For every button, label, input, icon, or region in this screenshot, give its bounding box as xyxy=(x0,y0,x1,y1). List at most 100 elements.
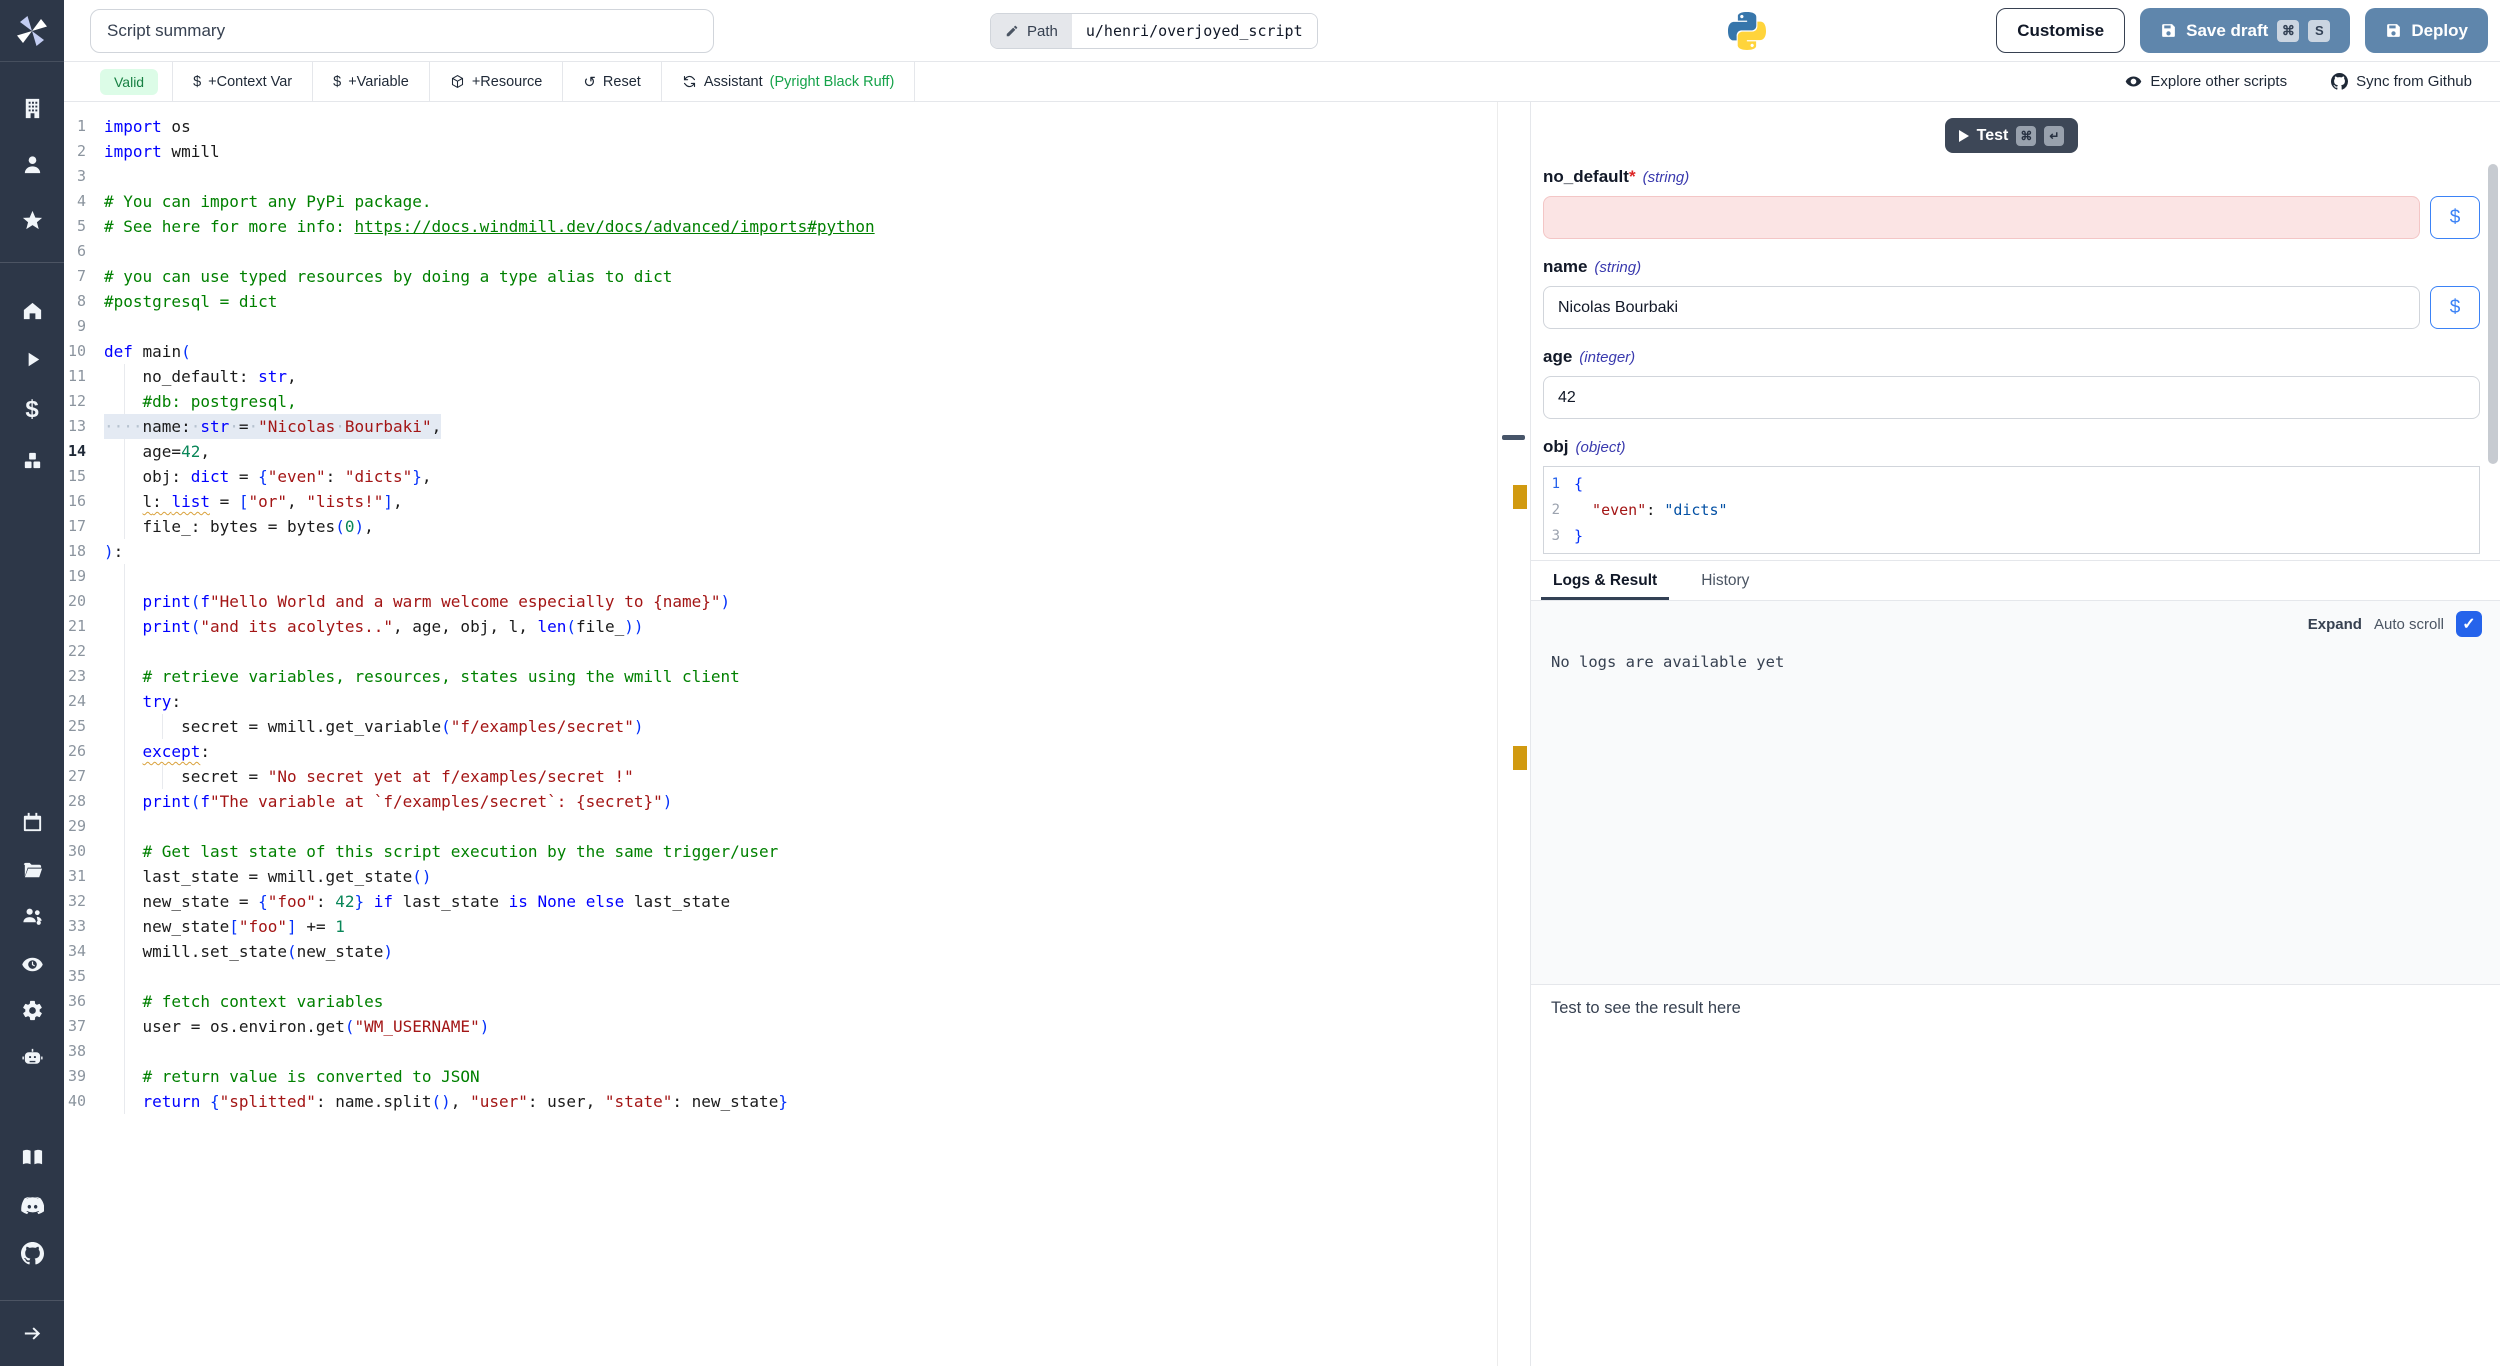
sidebar-item-user-group[interactable] xyxy=(15,899,49,933)
name-input[interactable] xyxy=(1543,286,2420,329)
path-edit-button[interactable]: Path xyxy=(991,14,1072,48)
code-line[interactable]: 4# You can import any PyPi package. xyxy=(64,189,1497,214)
code-line[interactable]: 32 new_state = {"foo": 42} if last_state… xyxy=(64,889,1497,914)
line-number: 40 xyxy=(64,1089,104,1114)
code-line[interactable]: 23 # retrieve variables, resources, stat… xyxy=(64,664,1497,689)
code-line[interactable]: 5# See here for more info: https://docs.… xyxy=(64,214,1497,239)
autoscroll-checkbox[interactable]: ✓ xyxy=(2456,611,2482,637)
code-text: except: xyxy=(104,739,210,764)
obj-json-editor[interactable]: 1{2 "even": "dicts"3} xyxy=(1543,466,2480,554)
tab-history[interactable]: History xyxy=(1701,561,1749,600)
code-line[interactable]: 17 file_: bytes = bytes(0), xyxy=(64,514,1497,539)
age-input[interactable] xyxy=(1543,376,2480,419)
code-line[interactable]: 37 user = os.environ.get("WM_USERNAME") xyxy=(64,1014,1497,1039)
sidebar-item-collapse-arrow[interactable] xyxy=(15,1316,49,1350)
code-line[interactable]: 33 new_state["foo"] += 1 xyxy=(64,914,1497,939)
code-line[interactable]: 3 xyxy=(64,164,1497,189)
line-number: 24 xyxy=(64,689,104,714)
expand-button[interactable]: Expand xyxy=(2308,616,2362,633)
no-default-input[interactable] xyxy=(1543,196,2420,239)
sidebar-item-audit-eye[interactable] xyxy=(15,947,49,981)
field-name: name(string) $ xyxy=(1543,257,2480,329)
code-line[interactable]: 14 age=42, xyxy=(64,439,1497,464)
code-line[interactable]: 2import wmill xyxy=(64,139,1497,164)
code-line[interactable]: 24 try: xyxy=(64,689,1497,714)
code-line[interactable]: 13····name:·str·=·"Nicolas·Bourbaki", xyxy=(64,414,1497,439)
code-text: # See here for more info: https://docs.w… xyxy=(104,214,875,239)
code-line[interactable]: 29 xyxy=(64,814,1497,839)
line-number: 2 xyxy=(64,139,104,164)
right-panel-scrollbar[interactable] xyxy=(2488,164,2498,464)
save-draft-button[interactable]: Save draft ⌘ S xyxy=(2140,8,2350,53)
sidebar-item-settings-gear[interactable] xyxy=(15,993,49,1027)
code-line[interactable]: 25 secret = wmill.get_variable("f/exampl… xyxy=(64,714,1497,739)
code-line[interactable]: 10def main( xyxy=(64,339,1497,364)
cube-icon xyxy=(450,74,465,89)
var-picker-button[interactable]: $ xyxy=(2430,196,2480,239)
sidebar-item-cubes[interactable] xyxy=(15,443,49,477)
sidebar-item-star[interactable] xyxy=(15,203,49,237)
sidebar-item-book[interactable] xyxy=(15,1140,49,1174)
tab-logs-result[interactable]: Logs & Result xyxy=(1553,561,1657,600)
code-line[interactable]: 26 except: xyxy=(64,739,1497,764)
code-line[interactable]: 22 xyxy=(64,639,1497,664)
line-number: 33 xyxy=(64,914,104,939)
sidebar-item-user[interactable] xyxy=(15,147,49,181)
line-number: 20 xyxy=(64,589,104,614)
code-line[interactable]: 7# you can use typed resources by doing … xyxy=(64,264,1497,289)
line-number: 10 xyxy=(64,339,104,364)
sidebar-item-building[interactable] xyxy=(15,91,49,125)
sidebar-item-robot[interactable] xyxy=(15,1040,49,1074)
code-line[interactable]: 30 # Get last state of this script execu… xyxy=(64,839,1497,864)
github-icon xyxy=(21,1242,44,1265)
code-line[interactable]: 15 obj: dict = {"even": "dicts"}, xyxy=(64,464,1497,489)
code-line[interactable]: 16 l: list = ["or", "lists!"], xyxy=(64,489,1497,514)
sync-from-github-link[interactable]: Sync from Github xyxy=(2331,73,2472,90)
code-line[interactable]: 35 xyxy=(64,964,1497,989)
code-line[interactable]: 9 xyxy=(64,314,1497,339)
code-line[interactable]: 8#postgresql = dict xyxy=(64,289,1497,314)
sidebar-item-play[interactable] xyxy=(15,342,49,376)
code-editor[interactable]: 1import os2import wmill34# You can impor… xyxy=(64,102,1497,1366)
code-text: ): xyxy=(104,539,123,564)
script-summary-input[interactable] xyxy=(90,9,714,53)
-variable-button[interactable]: $+Variable xyxy=(313,62,430,101)
explore-other-scripts-link[interactable]: Explore other scripts xyxy=(2125,73,2287,90)
sidebar-item-discord[interactable] xyxy=(15,1188,49,1222)
code-line[interactable]: 36 # fetch context variables xyxy=(64,989,1497,1014)
windmill-logo[interactable] xyxy=(14,13,50,49)
code-line[interactable]: 19 xyxy=(64,564,1497,589)
field-no-default: no_default*(string) $ xyxy=(1543,167,2480,239)
code-line[interactable]: 18): xyxy=(64,539,1497,564)
sidebar-item-dollar[interactable]: $ xyxy=(15,393,49,427)
code-line[interactable]: 27 secret = "No secret yet at f/examples… xyxy=(64,764,1497,789)
code-line[interactable]: 21 print("and its acolytes..", age, obj,… xyxy=(64,614,1497,639)
test-button[interactable]: Test ⌘ ↵ xyxy=(1945,118,2079,153)
sidebar-item-folder[interactable] xyxy=(15,853,49,887)
code-line[interactable]: 39 # return value is converted to JSON xyxy=(64,1064,1497,1089)
sidebar-item-calendar[interactable] xyxy=(15,805,49,839)
pane-resize-handle[interactable] xyxy=(1502,435,1525,440)
deploy-button[interactable]: Deploy xyxy=(2365,8,2488,53)
code-line[interactable]: 11 no_default: str, xyxy=(64,364,1497,389)
code-line[interactable]: 40 return {"splitted": name.split(), "us… xyxy=(64,1089,1497,1114)
path-value[interactable]: u/henri/overjoyed_script xyxy=(1072,14,1317,48)
code-line[interactable]: 31 last_state = wmill.get_state() xyxy=(64,864,1497,889)
var-picker-button[interactable]: $ xyxy=(2430,286,2480,329)
enter-key-badge: ↵ xyxy=(2044,126,2064,146)
code-line[interactable]: 34 wmill.set_state(new_state) xyxy=(64,939,1497,964)
code-line[interactable]: 20 print(f"Hello World and a warm welcom… xyxy=(64,589,1497,614)
sidebar-item-github[interactable] xyxy=(15,1236,49,1270)
customise-button[interactable]: Customise xyxy=(1996,8,2125,53)
-context-var-button[interactable]: $+Context Var xyxy=(173,62,313,101)
-resource-button[interactable]: +Resource xyxy=(430,62,564,101)
assistant-button[interactable]: Assistant(Pyright Black Ruff) xyxy=(662,62,915,101)
code-line[interactable]: 12 #db: postgresql, xyxy=(64,389,1497,414)
reset-button[interactable]: ↺Reset xyxy=(563,62,661,101)
code-line[interactable]: 28 print(f"The variable at `f/examples/s… xyxy=(64,789,1497,814)
code-line[interactable]: 38 xyxy=(64,1039,1497,1064)
sidebar-item-home[interactable] xyxy=(15,293,49,327)
code-line[interactable]: 6 xyxy=(64,239,1497,264)
code-text: no_default: str, xyxy=(104,364,297,389)
code-line[interactable]: 1import os xyxy=(64,114,1497,139)
